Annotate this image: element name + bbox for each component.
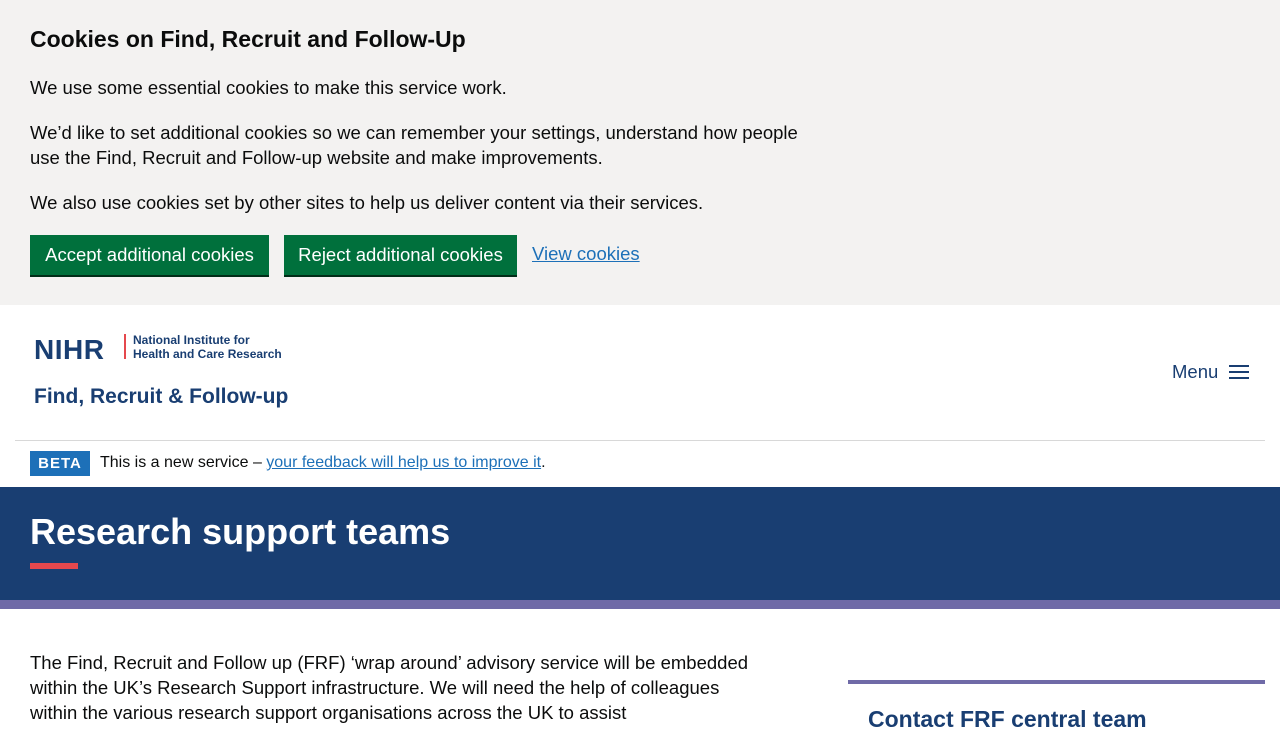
- phase-banner-suffix: .: [541, 454, 546, 471]
- page-hero: Research support teams: [0, 487, 1280, 601]
- beta-tag: BETA: [30, 451, 90, 476]
- contact-card: Contact FRF central team: [848, 680, 1265, 740]
- cookie-banner-text: We use some essential cookies to make th…: [30, 77, 507, 98]
- cookie-banner-title: Cookies on Find, Recruit and Follow-Up: [30, 26, 466, 52]
- phase-banner: BETA This is a new service – your feedba…: [0, 441, 1280, 487]
- cookie-banner-text: We also use cookies set by other sites t…: [30, 192, 704, 213]
- hero-stripe: [0, 600, 1280, 609]
- reject-cookies-button[interactable]: Reject additional cookies: [284, 235, 517, 275]
- hamburger-icon: [1229, 364, 1250, 380]
- service-name: Find, Recruit & Follow-up: [34, 385, 289, 408]
- logo-subtitle: National Institute for Health and Care R…: [133, 333, 282, 361]
- logo-subtitle-line2: Health and Care Research: [133, 347, 282, 361]
- logo-wordmark: NIHR: [34, 334, 105, 365]
- menu-button[interactable]: Menu: [1172, 361, 1250, 383]
- page-title: Research support teams: [30, 511, 451, 552]
- view-cookies-link[interactable]: View cookies: [532, 243, 640, 265]
- logo-subtitle-line1: National Institute for: [133, 333, 250, 347]
- logo-divider: [124, 334, 126, 359]
- accept-cookies-button[interactable]: Accept additional cookies: [30, 235, 269, 275]
- phase-banner-text: This is a new service – your feedback wi…: [100, 454, 546, 472]
- menu-label: Menu: [1172, 361, 1219, 382]
- title-accent-underline: [30, 563, 78, 569]
- cookie-banner-text: We’d like to set additional cookies so w…: [30, 122, 798, 168]
- cookie-banner: Cookies on Find, Recruit and Follow-Up W…: [0, 0, 1280, 305]
- intro-paragraph: The Find, Recruit and Follow up (FRF) ‘w…: [30, 652, 749, 723]
- phase-banner-prefix: This is a new service –: [100, 454, 267, 471]
- site-header: NIHR National Institute for Health and C…: [0, 305, 1280, 441]
- feedback-link[interactable]: your feedback will help us to improve it: [266, 454, 541, 471]
